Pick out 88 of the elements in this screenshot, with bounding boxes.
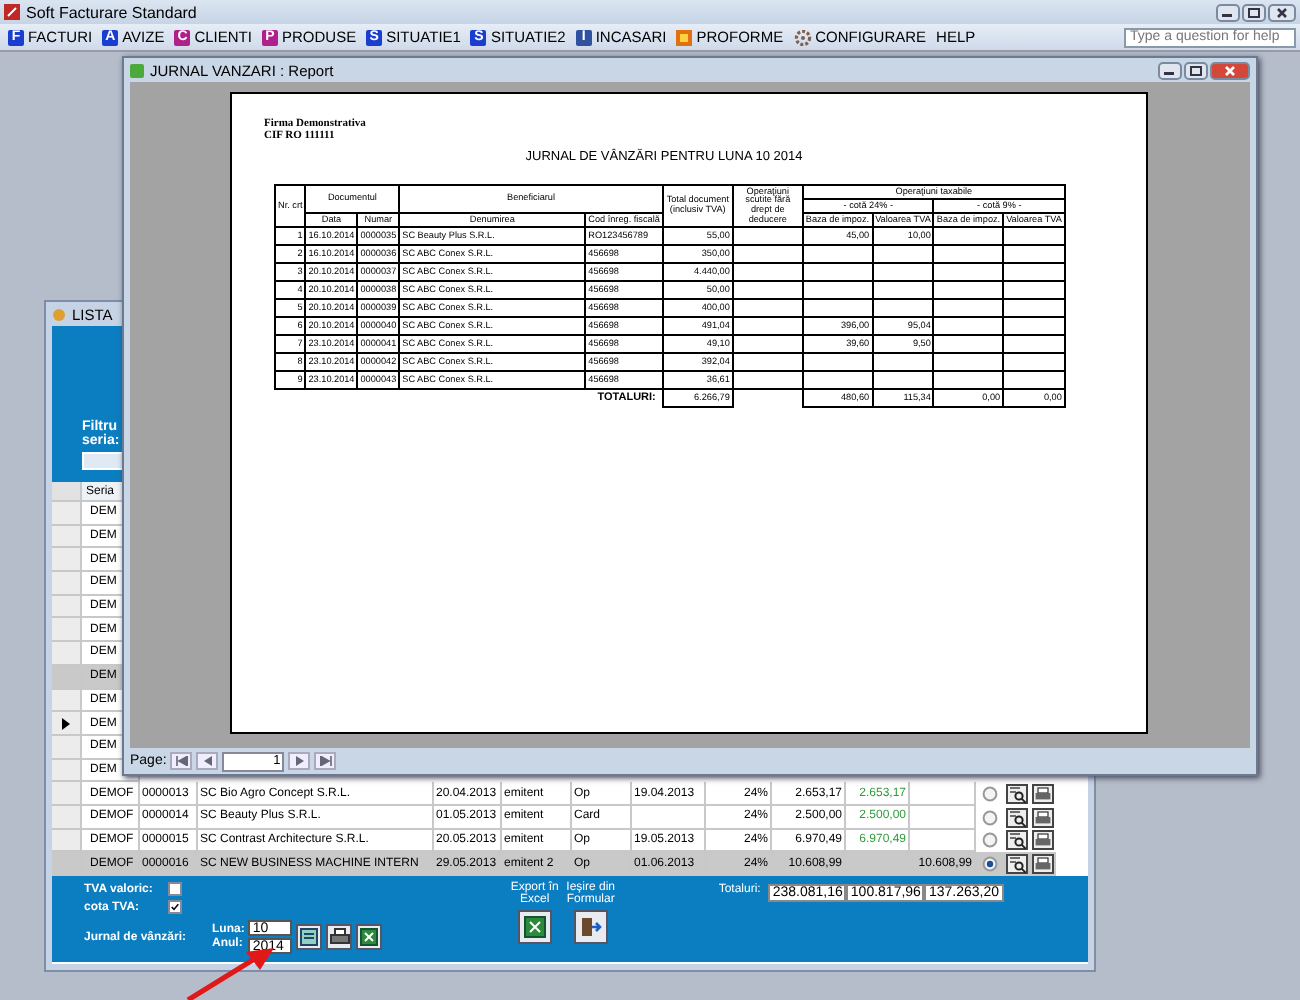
printer-icon[interactable] <box>1032 784 1054 805</box>
table-cell <box>732 263 803 282</box>
table-cell <box>1003 335 1065 354</box>
close-icon[interactable] <box>1268 3 1296 21</box>
exit-door-icon <box>579 916 602 938</box>
checkbox[interactable] <box>168 882 182 896</box>
previous-page-icon <box>203 756 212 766</box>
table-cell <box>933 371 1004 390</box>
table-cell <box>732 245 803 264</box>
report-button[interactable] <box>296 924 323 950</box>
table-cell <box>933 335 1004 354</box>
table-cell <box>872 353 934 372</box>
last-page-button[interactable] <box>314 752 337 770</box>
table-cell <box>872 281 934 300</box>
exit-button[interactable] <box>573 910 608 944</box>
table-cell <box>632 805 706 830</box>
table-cell <box>732 353 803 372</box>
table-cell <box>732 317 803 336</box>
table-cell <box>1003 227 1065 246</box>
table-cell <box>872 263 934 282</box>
first-page-icon <box>175 756 188 766</box>
excel-export-button[interactable] <box>517 910 552 944</box>
table-cell <box>872 371 934 390</box>
close-icon[interactable] <box>1210 61 1250 79</box>
checkbox[interactable] <box>168 900 182 914</box>
table-cell <box>910 805 976 830</box>
table-cell <box>732 299 803 318</box>
printer-icon[interactable] <box>1032 854 1054 875</box>
table-cell <box>1003 281 1065 300</box>
table-cell <box>933 299 1004 318</box>
table-cell <box>802 281 873 300</box>
radio-button[interactable] <box>982 832 998 849</box>
table-cell <box>802 353 873 372</box>
printer-icon <box>329 928 350 946</box>
print-preview-icon[interactable] <box>1006 854 1028 875</box>
print-button[interactable] <box>326 924 353 950</box>
table-cell <box>802 263 873 282</box>
print-preview-icon[interactable] <box>1006 807 1028 828</box>
table-cell <box>933 281 1004 300</box>
last-page-icon <box>319 756 332 766</box>
spreadsheet-icon <box>523 916 546 938</box>
app-title: Soft Facturare Standard <box>26 3 197 21</box>
table-cell <box>910 782 976 806</box>
maximize-icon[interactable] <box>1242 3 1266 21</box>
current-row-icon <box>62 717 70 730</box>
table-cell <box>802 371 873 390</box>
table-cell <box>933 353 1004 372</box>
window-icon <box>130 63 144 77</box>
window-icon <box>52 307 66 321</box>
app-logo-icon <box>4 4 20 20</box>
maximize-icon[interactable] <box>1184 61 1208 79</box>
table-cell <box>802 299 873 318</box>
radio-button[interactable] <box>982 786 998 803</box>
table-cell <box>933 245 1004 264</box>
radio-button[interactable] <box>982 856 998 873</box>
excel-button[interactable] <box>356 924 383 950</box>
table-cell <box>933 263 1004 282</box>
table-cell <box>1003 263 1065 282</box>
printer-icon[interactable] <box>1032 807 1054 828</box>
printer-icon[interactable] <box>1032 830 1054 851</box>
print-preview-icon[interactable] <box>1006 830 1028 851</box>
table-cell <box>872 245 934 264</box>
print-preview-icon[interactable] <box>1006 784 1028 805</box>
next-page-button[interactable] <box>288 752 311 770</box>
table-cell <box>1003 371 1065 390</box>
table-cell <box>872 299 934 318</box>
minimize-icon[interactable] <box>1216 3 1240 21</box>
table-cell <box>1003 299 1065 318</box>
table-cell <box>933 227 1004 246</box>
table-cell <box>802 245 873 264</box>
record-selector[interactable] <box>52 712 82 736</box>
spreadsheet-icon <box>360 928 379 946</box>
table-cell <box>732 227 803 246</box>
previous-page-button[interactable] <box>196 752 219 770</box>
report-icon <box>300 928 319 946</box>
table-cell <box>1003 317 1065 336</box>
minimize-icon[interactable] <box>1158 61 1182 79</box>
table-cell <box>732 281 803 300</box>
table-cell <box>732 335 803 354</box>
table-cell <box>1003 245 1065 264</box>
table-cell <box>933 317 1004 336</box>
table-cell <box>732 371 803 390</box>
first-page-button[interactable] <box>170 752 193 770</box>
radio-button[interactable] <box>982 809 998 826</box>
table-cell <box>1003 353 1065 372</box>
next-page-icon <box>295 756 304 766</box>
header-corner-cell <box>52 482 82 502</box>
filter-field[interactable] <box>82 452 126 470</box>
